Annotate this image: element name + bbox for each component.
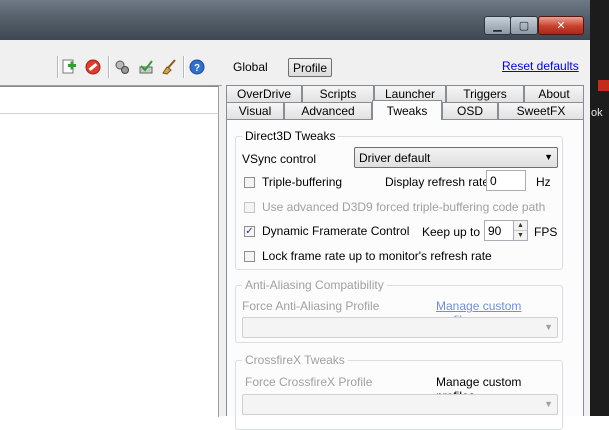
tab-about[interactable]: About [524, 85, 584, 102]
background-window-strip [590, 0, 609, 416]
tab-osd[interactable]: OSD [442, 102, 498, 119]
list-header-line [0, 113, 218, 114]
tab-sweetfx[interactable]: SweetFX [498, 102, 584, 119]
clean-icon[interactable] [160, 58, 178, 76]
chevron-down-icon: ▼ [544, 322, 553, 332]
keep-up-to-label: Keep up to [422, 225, 481, 239]
background-text: ok [591, 107, 603, 119]
vsync-label: VSync control [242, 152, 317, 166]
minimize-button[interactable]: ▁ [484, 16, 511, 35]
anti-aliasing-group-title: Anti-Aliasing Compatibility [242, 278, 387, 292]
vsync-select[interactable]: Driver default ▼ [354, 147, 558, 168]
spin-up-icon[interactable]: ▲ [514, 221, 527, 230]
force-crossfirex-label: Force CrossfireX Profile [245, 375, 373, 389]
direct3d-group-title: Direct3D Tweaks [242, 129, 339, 143]
vsync-selected-value: Driver default [359, 150, 431, 165]
fps-unit: FPS [534, 225, 558, 239]
dynamic-framerate-label[interactable]: Dynamic Framerate Control [262, 224, 409, 238]
svg-text:?: ? [194, 63, 200, 74]
chevron-down-icon: ▼ [544, 399, 553, 409]
crossfirex-group-title: CrossfireX Tweaks [242, 353, 348, 367]
lock-framerate-label[interactable]: Lock frame rate up to monitor's refresh … [262, 249, 492, 263]
close-button[interactable]: ✕ [538, 16, 584, 35]
dynamic-framerate-checkbox[interactable]: ✓ [244, 226, 255, 237]
settings-icon[interactable] [113, 58, 131, 76]
help-icon[interactable]: ? [188, 58, 206, 76]
add-profile-icon[interactable] [60, 58, 78, 76]
triple-buffering-label[interactable]: Triple-buffering [262, 175, 342, 189]
profile-list-panel[interactable] [0, 86, 219, 417]
toolbar-divider [57, 56, 59, 78]
chevron-down-icon: ▼ [544, 152, 553, 162]
anti-aliasing-group: Anti-Aliasing Compatibility Force Anti-A… [235, 278, 563, 343]
keep-up-to-value: 90 [488, 223, 502, 238]
tab-triggers[interactable]: Triggers [446, 85, 524, 102]
lock-framerate-checkbox[interactable] [244, 251, 255, 262]
keep-up-to-spinner[interactable]: ▲ ▼ [514, 220, 528, 241]
keep-up-to-input[interactable]: 90 [484, 220, 514, 241]
apply-icon[interactable] [137, 58, 155, 76]
tab-scripts[interactable]: Scripts [302, 85, 374, 102]
check-icon: ✓ [245, 225, 254, 237]
toolbar-divider [183, 56, 185, 78]
spin-down-icon[interactable]: ▼ [514, 230, 527, 240]
background-app-icon [598, 80, 609, 91]
refresh-rate-value: 0 [490, 173, 497, 188]
tab-visual[interactable]: Visual [226, 102, 284, 119]
direct3d-group: Direct3D Tweaks VSync control Driver def… [235, 129, 563, 270]
close-icon: ✕ [556, 20, 566, 32]
reset-defaults-link[interactable]: Reset defaults [502, 59, 579, 73]
crossfirex-group: CrossfireX Tweaks Force CrossfireX Profi… [235, 353, 563, 430]
force-aa-label: Force Anti-Aliasing Profile [242, 299, 380, 313]
advanced-d3d9-label[interactable]: Use advanced D3D9 forced triple-bufferin… [262, 200, 545, 214]
tweaks-tab-page: Direct3D Tweaks VSync control Driver def… [226, 119, 584, 430]
refresh-rate-input[interactable]: 0 [486, 170, 526, 191]
toolbar-divider [108, 56, 110, 78]
force-crossfirex-select[interactable]: ▼ [242, 394, 558, 415]
triple-buffering-checkbox[interactable] [244, 177, 255, 188]
tab-advanced[interactable]: Advanced [284, 102, 372, 119]
force-aa-select[interactable]: ▼ [242, 317, 558, 338]
minimize-icon: ▁ [493, 20, 502, 32]
refresh-rate-label: Display refresh rate [385, 175, 490, 189]
global-toggle[interactable]: Global [233, 60, 268, 74]
tab-overdrive[interactable]: OverDrive [226, 85, 302, 102]
advanced-d3d9-checkbox[interactable] [244, 202, 255, 213]
refresh-rate-unit: Hz [536, 175, 551, 189]
delete-profile-icon[interactable] [84, 58, 102, 76]
tab-tweaks[interactable]: Tweaks [372, 100, 442, 120]
maximize-button[interactable]: ▢ [510, 16, 538, 35]
profile-toggle-button[interactable]: Profile [288, 58, 332, 77]
maximize-icon: ▢ [518, 20, 530, 32]
